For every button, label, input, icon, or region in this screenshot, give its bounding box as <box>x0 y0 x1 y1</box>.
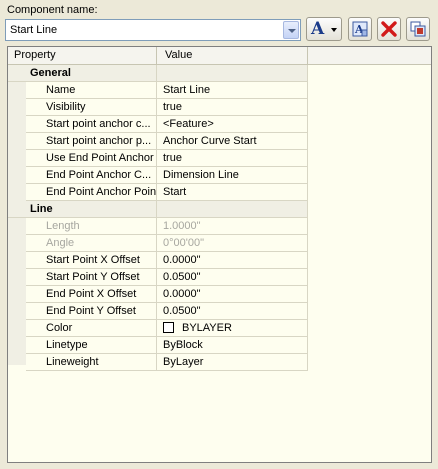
component-name-value: Start Line <box>10 24 58 36</box>
category-value-empty <box>157 201 308 218</box>
table-row: Length 1.0000" <box>8 218 431 235</box>
property-label: Angle <box>26 235 157 252</box>
copy-icon <box>410 21 426 37</box>
text-style-icon: A <box>311 19 325 39</box>
properties-icon: A <box>352 21 368 37</box>
table-row[interactable]: Start point anchor p... Anchor Curve Sta… <box>8 133 431 150</box>
property-label: Start point anchor c... <box>26 116 157 133</box>
property-value[interactable]: 0.0500" <box>157 269 308 286</box>
table-row[interactable]: End Point X Offset 0.0000" <box>8 286 431 303</box>
property-label: Visibility <box>26 99 157 116</box>
component-properties-button[interactable]: A <box>348 17 372 41</box>
delete-component-button[interactable] <box>377 17 401 41</box>
table-row[interactable]: Start Point X Offset 0.0000" <box>8 252 431 269</box>
table-row[interactable]: End Point Anchor C... Dimension Line <box>8 167 431 184</box>
table-row[interactable]: End Point Anchor Point Start <box>8 184 431 201</box>
property-value[interactable]: Start <box>157 184 308 201</box>
property-value[interactable]: 0.0000" <box>157 286 308 303</box>
chevron-down-icon[interactable] <box>283 21 299 39</box>
component-name-label: Component name: <box>7 4 98 16</box>
property-value[interactable]: true <box>157 150 308 167</box>
property-value[interactable]: Anchor Curve Start <box>157 133 308 150</box>
color-swatch <box>163 322 174 333</box>
property-value[interactable]: Start Line <box>157 82 308 99</box>
property-label: End Point X Offset <box>26 286 157 303</box>
category-title: General <box>8 65 157 82</box>
value-column-header[interactable]: Value <box>157 47 308 64</box>
property-value[interactable]: 0.0500" <box>157 303 308 320</box>
text-style-button[interactable]: A <box>306 17 342 41</box>
property-value: 0°00'00" <box>157 235 308 252</box>
property-label: Start Point Y Offset <box>26 269 157 286</box>
property-value: 1.0000" <box>157 218 308 235</box>
property-label: Color <box>26 320 157 337</box>
property-value[interactable]: BYLAYER <box>157 320 308 337</box>
property-grid[interactable]: Property Value General Name Start Line V… <box>7 46 432 463</box>
property-label: Start point anchor p... <box>26 133 157 150</box>
table-row[interactable]: Linetype ByBlock <box>8 337 431 354</box>
table-row[interactable]: Name Start Line <box>8 82 431 99</box>
table-row: Angle 0°00'00" <box>8 235 431 252</box>
category-title: Line <box>8 201 157 218</box>
color-value-text: BYLAYER <box>182 322 232 334</box>
property-value[interactable]: ByLayer <box>157 354 308 371</box>
dropdown-arrow-icon <box>331 28 337 32</box>
property-value[interactable]: 0.0000" <box>157 252 308 269</box>
property-value[interactable]: <Feature> <box>157 116 308 133</box>
property-column-header[interactable]: Property <box>8 47 157 64</box>
category-general[interactable]: General <box>8 65 431 82</box>
table-row[interactable]: Visibility true <box>8 99 431 116</box>
table-row[interactable]: Start point anchor c... <Feature> <box>8 116 431 133</box>
empty-column-header <box>308 47 431 64</box>
property-label: Linetype <box>26 337 157 354</box>
category-line[interactable]: Line <box>8 201 431 218</box>
property-label: Length <box>26 218 157 235</box>
table-row[interactable]: Lineweight ByLayer <box>8 354 431 371</box>
delete-x-icon <box>381 21 397 37</box>
category-value-empty <box>157 65 308 82</box>
copy-component-button[interactable] <box>406 17 430 41</box>
property-label: End Point Anchor Point <box>26 184 157 201</box>
table-row[interactable]: Start Point Y Offset 0.0500" <box>8 269 431 286</box>
property-label: End Point Anchor C... <box>26 167 157 184</box>
table-row[interactable]: Color BYLAYER <box>8 320 431 337</box>
property-label: Use End Point Anchor <box>26 150 157 167</box>
table-row[interactable]: End Point Y Offset 0.0500" <box>8 303 431 320</box>
table-row[interactable]: Use End Point Anchor true <box>8 150 431 167</box>
property-label: Name <box>26 82 157 99</box>
grid-header: Property Value <box>8 47 431 65</box>
component-name-combobox[interactable]: Start Line <box>5 19 301 41</box>
property-label: Lineweight <box>26 354 157 371</box>
property-label: Start Point X Offset <box>26 252 157 269</box>
property-value[interactable]: true <box>157 99 308 116</box>
property-value[interactable]: ByBlock <box>157 337 308 354</box>
property-label: End Point Y Offset <box>26 303 157 320</box>
property-value[interactable]: Dimension Line <box>157 167 308 184</box>
